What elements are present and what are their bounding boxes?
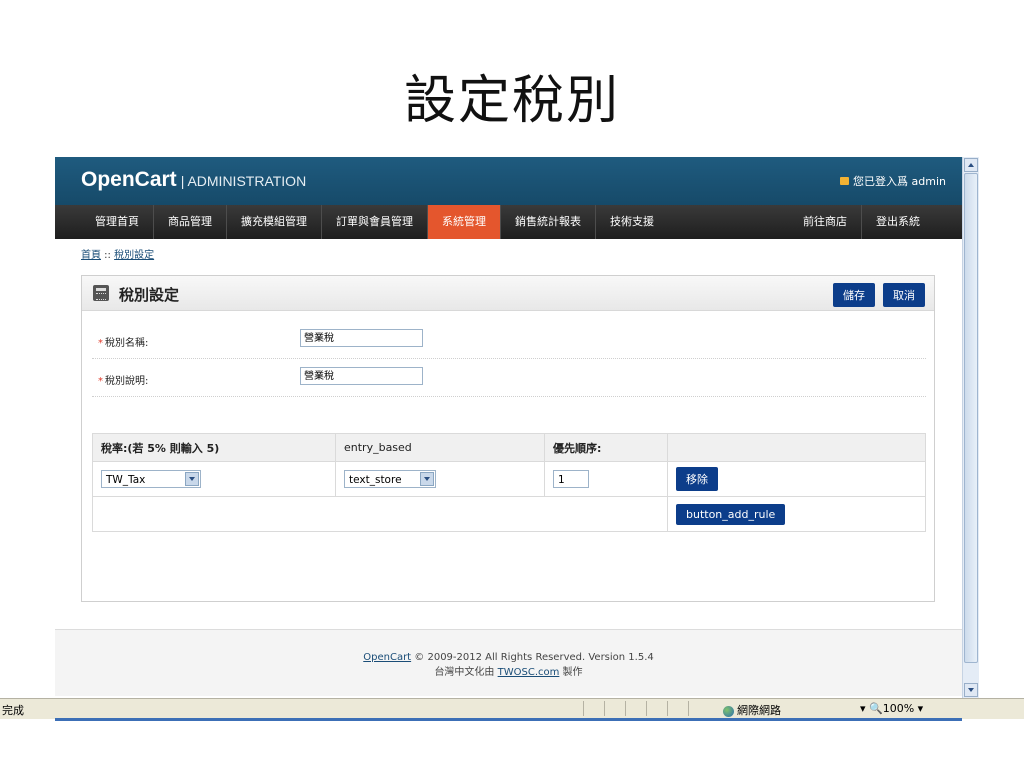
menu-item-5[interactable]: 銷售統計報表 xyxy=(501,205,596,239)
admin-header: OpenCart | ADMINISTRATION 您已登入爲 admin xyxy=(55,157,962,205)
breadcrumb: 首頁 :: 稅別設定 xyxy=(81,246,154,261)
tax-name-input[interactable]: 營業稅 xyxy=(300,329,423,347)
menu-right: 前往商店 登出系統 xyxy=(789,205,934,239)
status-cell xyxy=(583,701,604,716)
rate-cell: TW_Tax xyxy=(92,461,336,497)
table-row: TW_Tax text_store 1 移除 xyxy=(92,461,926,497)
zoom-level[interactable]: ▾ 🔍100% ▾ xyxy=(860,702,923,715)
description-label: * 稅別說明: xyxy=(98,372,148,387)
cancel-button[interactable]: 取消 xyxy=(883,283,925,307)
based-select[interactable]: text_store xyxy=(344,470,436,488)
remove-rule-button[interactable]: 移除 xyxy=(676,467,718,491)
breadcrumb-home[interactable]: 首頁 xyxy=(81,250,101,261)
vertical-scrollbar[interactable] xyxy=(962,157,979,698)
description-label-text: 稅別說明: xyxy=(105,376,149,387)
logo-subtitle: | ADMINISTRATION xyxy=(180,173,307,189)
security-zone[interactable]: 網際網路 xyxy=(723,702,781,718)
footer-localization-pre: 台灣中文化由 xyxy=(434,667,498,678)
status-text: 完成 xyxy=(2,704,24,717)
status-cell xyxy=(604,701,625,716)
menu-item-2[interactable]: 擴充模組管理 xyxy=(227,205,322,239)
add-rule-cell: button_add_rule xyxy=(667,496,926,532)
priority-cell: 1 xyxy=(544,461,668,497)
header-based: entry_based xyxy=(335,433,545,462)
box-buttons: 儲存 取消 xyxy=(833,283,925,307)
save-button[interactable]: 儲存 xyxy=(833,283,875,307)
form-row-description: * 稅別說明: 營業稅 xyxy=(92,360,926,397)
breadcrumb-separator: :: xyxy=(101,250,115,261)
tax-rules-table: 稅率:(若 5% 則輸入 5) entry_based 優先順序: TW_Tax… xyxy=(92,433,926,532)
scroll-down-icon[interactable] xyxy=(964,683,978,697)
menu-item-6[interactable]: 技術支援 xyxy=(596,205,668,239)
status-cell xyxy=(667,701,688,716)
footer-localization: 台灣中文化由 TWOSC.com 製作 xyxy=(55,663,962,678)
add-rule-button[interactable]: button_add_rule xyxy=(676,503,786,525)
logout-link[interactable]: 登出系統 xyxy=(862,205,934,239)
logo[interactable]: OpenCart | ADMINISTRATION xyxy=(81,168,306,192)
footer-copyright-text: © 2009-2012 All Rights Reserved. Version… xyxy=(411,652,654,663)
status-cells xyxy=(583,701,709,716)
tax-description-input[interactable]: 營業稅 xyxy=(300,367,423,385)
name-label-text: 稅別名稱: xyxy=(105,338,149,349)
status-cell xyxy=(688,701,709,716)
breadcrumb-current[interactable]: 稅別設定 xyxy=(114,250,154,261)
tax-rate-value: TW_Tax xyxy=(106,474,146,486)
header-priority: 優先順序: xyxy=(544,433,668,462)
menu-item-4[interactable]: 系統管理 xyxy=(428,205,501,239)
footer-twosc-link[interactable]: TWOSC.com xyxy=(498,667,560,678)
header-action xyxy=(667,433,926,462)
menu-left: 管理首頁 商品管理 擴充模組管理 訂單與會員管理 系統管理 銷售統計報表 技術支援 xyxy=(81,205,668,239)
required-marker: * xyxy=(98,338,103,349)
footer-opencart-link[interactable]: OpenCart xyxy=(363,652,411,663)
lock-icon xyxy=(840,177,850,185)
based-value: text_store xyxy=(349,474,402,486)
action-cell: 移除 xyxy=(667,461,926,497)
box-title: 稅別設定 xyxy=(119,286,180,304)
slide-title: 設定稅別 xyxy=(403,71,620,131)
tax-class-box: 稅別設定 儲存 取消 * 稅別名稱: 營業稅 * 稅別說明: 營業稅 稅率:(若 5… xyxy=(81,275,935,602)
required-marker: * xyxy=(98,376,103,387)
footer-localization-post: 製作 xyxy=(559,667,583,678)
scroll-up-icon[interactable] xyxy=(964,158,978,172)
login-info: 您已登入爲 admin xyxy=(840,173,946,189)
zoom-level-text: 100% xyxy=(882,702,915,715)
chevron-down-icon[interactable] xyxy=(420,472,434,486)
table-row: button_add_rule xyxy=(92,496,926,532)
header-rate: 稅率:(若 5% 則輸入 5) xyxy=(92,433,336,462)
status-cell xyxy=(646,701,667,716)
footer-copyright: OpenCart © 2009-2012 All Rights Reserved… xyxy=(55,652,962,663)
go-to-store-link[interactable]: 前往商店 xyxy=(789,205,862,239)
globe-icon xyxy=(723,705,734,717)
status-cell xyxy=(625,701,646,716)
empty-cell xyxy=(92,496,668,532)
login-info-text: 您已登入爲 admin xyxy=(853,175,946,188)
name-label: * 稅別名稱: xyxy=(98,334,148,349)
box-heading: 稅別設定 儲存 取消 xyxy=(82,276,934,311)
tax-rate-select[interactable]: TW_Tax xyxy=(101,470,201,488)
based-cell: text_store xyxy=(335,461,545,497)
taskbar-strip xyxy=(55,718,962,721)
footer: OpenCart © 2009-2012 All Rights Reserved… xyxy=(55,629,962,696)
logo-text: OpenCart xyxy=(81,168,177,191)
menu-item-0[interactable]: 管理首頁 xyxy=(81,205,154,239)
priority-input[interactable]: 1 xyxy=(553,470,589,488)
browser-statusbar: 完成 網際網路 ▾ 🔍100% ▾ xyxy=(0,698,1024,719)
menu-item-1[interactable]: 商品管理 xyxy=(154,205,227,239)
table-header-row: 稅率:(若 5% 則輸入 5) entry_based 優先順序: xyxy=(92,433,926,462)
scrollbar-thumb[interactable] xyxy=(964,173,978,663)
security-zone-text: 網際網路 xyxy=(737,704,781,717)
browser-viewport: OpenCart | ADMINISTRATION 您已登入爲 admin 管理首… xyxy=(55,157,962,711)
form-row-name: * 稅別名稱: 營業稅 xyxy=(92,322,926,359)
calculator-icon xyxy=(93,285,109,301)
menu-item-3[interactable]: 訂單與會員管理 xyxy=(322,205,428,239)
chevron-down-icon[interactable] xyxy=(185,472,199,486)
main-menu: 管理首頁 商品管理 擴充模組管理 訂單與會員管理 系統管理 銷售統計報表 技術支援 前往商店… xyxy=(55,205,962,239)
